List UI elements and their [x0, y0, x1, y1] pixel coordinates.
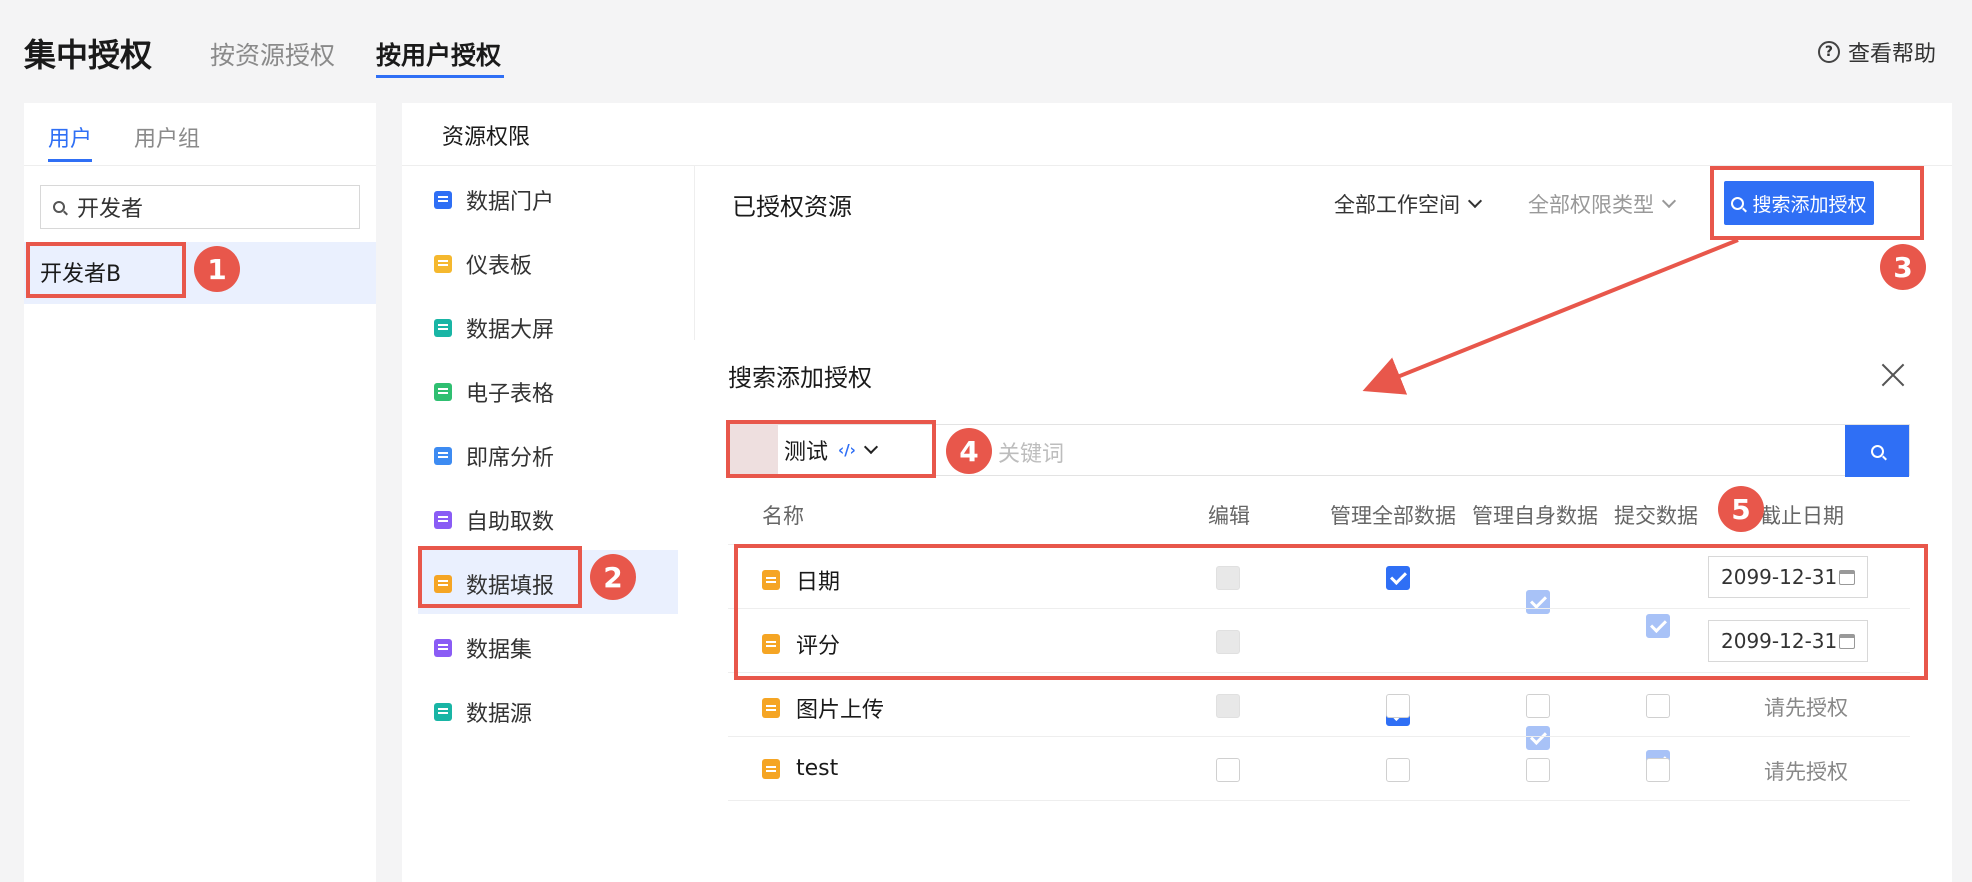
annotation-box-2 [418, 546, 582, 608]
manage-all-checkbox[interactable] [1386, 694, 1410, 718]
resource-type-spreadsheet[interactable]: 电子表格 [434, 376, 554, 408]
close-icon[interactable] [1880, 362, 1908, 390]
search-icon [1870, 444, 1884, 458]
resource-type-label: 数据门户 [466, 190, 555, 215]
tab-users[interactable]: 用户 [48, 121, 92, 153]
form-file-icon [762, 698, 780, 718]
help-label: 查看帮助 [1847, 42, 1936, 67]
column-header-edit: 编辑 [1208, 504, 1250, 528]
search-icon [53, 201, 65, 213]
resource-type-label: 数据大屏 [466, 318, 555, 343]
authorized-resources-title: 已授权资源 [732, 193, 852, 221]
user-panel: 用户 用户组 开发者 开发者B [24, 103, 376, 882]
annotation-box-5 [734, 544, 1928, 680]
permission-type-filter[interactable]: 全部权限类型 [1528, 189, 1677, 219]
annotation-badge-2: 2 [590, 554, 636, 600]
user-search-value: 开发者 [77, 197, 144, 222]
resource-type-label: 电子表格 [466, 382, 555, 407]
authorize-first-text: 请先授权 [1764, 760, 1848, 784]
divider [728, 736, 1910, 737]
active-tab-indicator [376, 75, 504, 78]
column-header-submit: 提交数据 [1614, 504, 1698, 528]
annotation-box-1 [26, 242, 186, 298]
datasource-icon [434, 703, 452, 721]
divider [24, 165, 376, 166]
help-link[interactable]: ? 查看帮助 [1817, 36, 1936, 68]
column-header-deadline: 截止日期 [1760, 504, 1844, 528]
resource-type-label: 自助取数 [466, 510, 555, 535]
edit-checkbox [1216, 694, 1240, 718]
divider [694, 165, 695, 345]
filter-label: 全部权限类型 [1528, 193, 1654, 217]
dashboard-icon [434, 255, 452, 273]
column-header-manage-all: 管理全部数据 [1330, 504, 1456, 528]
resource-type-dashboard[interactable]: 仪表板 [434, 248, 532, 280]
row-name: test [796, 756, 839, 781]
tab-by-user[interactable]: 按用户授权 [376, 36, 501, 72]
manage-own-checkbox[interactable] [1526, 758, 1550, 782]
resource-type-dataset[interactable]: 数据集 [434, 632, 532, 664]
form-file-icon [762, 758, 780, 779]
manage-all-checkbox[interactable] [1386, 758, 1410, 782]
column-header-manage-own: 管理自身数据 [1472, 504, 1598, 528]
resource-type-label: 即席分析 [466, 446, 555, 471]
keyword-search-button[interactable] [1845, 425, 1909, 477]
portal-icon [434, 191, 452, 209]
annotation-badge-3: 3 [1880, 244, 1926, 290]
row-name: 图片上传 [796, 698, 885, 723]
filter-label: 全部工作空间 [1334, 193, 1460, 217]
self-service-icon [434, 511, 452, 529]
adhoc-analysis-icon [434, 447, 452, 465]
user-search-input[interactable]: 开发者 [40, 185, 360, 229]
panel-heading: 资源权限 [442, 125, 531, 150]
annotation-badge-5: 5 [1718, 486, 1764, 532]
annotation-box-3 [1710, 166, 1924, 240]
resource-type-portal[interactable]: 数据门户 [434, 184, 554, 216]
annotation-box-4 [726, 420, 936, 478]
resource-type-screen[interactable]: 数据大屏 [434, 312, 554, 344]
spreadsheet-icon [434, 383, 452, 401]
resource-type-label: 数据集 [466, 638, 533, 663]
resource-type-datasource[interactable]: 数据源 [434, 696, 532, 728]
submit-checkbox[interactable] [1646, 758, 1670, 782]
table-row-name: 图片上传 [762, 692, 884, 724]
workspace-filter[interactable]: 全部工作空间 [1334, 189, 1483, 219]
chevron-down-icon [1661, 193, 1677, 209]
keyword-input[interactable]: 关键词 [998, 436, 1064, 468]
annotation-badge-4: 4 [946, 428, 992, 474]
page-title: 集中授权 [24, 36, 153, 74]
chevron-down-icon [1467, 193, 1483, 209]
dialog-title: 搜索添加授权 [728, 364, 872, 392]
resource-type-label: 仪表板 [466, 254, 533, 279]
resource-type-adhoc[interactable]: 即席分析 [434, 440, 554, 472]
manage-own-checkbox [1526, 726, 1550, 750]
divider [728, 800, 1910, 801]
column-header-name: 名称 [762, 504, 804, 528]
annotation-badge-1: 1 [194, 246, 240, 292]
screen-icon [434, 319, 452, 337]
authorize-first-text: 请先授权 [1764, 696, 1848, 720]
resource-type-label: 数据源 [466, 702, 533, 727]
resource-type-self-service[interactable]: 自助取数 [434, 504, 554, 536]
dataset-icon [434, 639, 452, 657]
table-row-name: test [762, 756, 838, 781]
tab-by-resource[interactable]: 按资源授权 [210, 36, 335, 72]
edit-checkbox[interactable] [1216, 758, 1240, 782]
user-tab-indicator [48, 159, 92, 162]
help-icon: ? [1817, 41, 1840, 63]
tab-user-groups[interactable]: 用户组 [134, 121, 200, 153]
submit-checkbox[interactable] [1646, 694, 1670, 718]
manage-own-checkbox[interactable] [1526, 694, 1550, 718]
